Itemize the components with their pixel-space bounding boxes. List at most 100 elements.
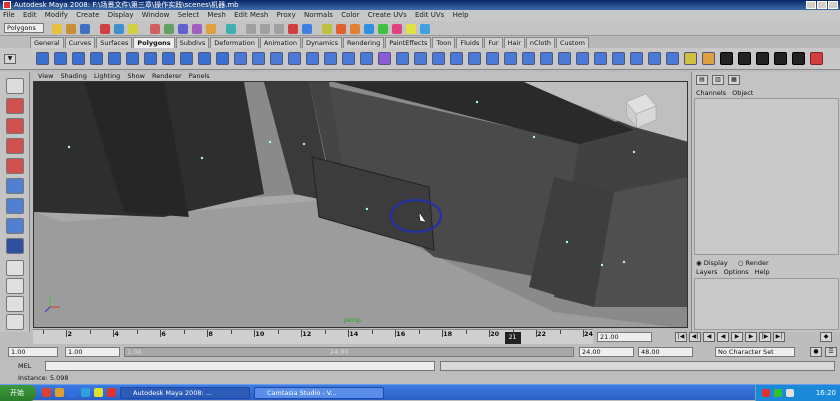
- snap-point-icon[interactable]: [274, 24, 284, 34]
- menu-item[interactable]: Edit Mesh: [234, 11, 268, 19]
- shelf-tab[interactable]: General: [30, 37, 64, 48]
- poly-torus-icon[interactable]: [126, 52, 139, 65]
- help-menu[interactable]: Help: [755, 268, 770, 276]
- quick-launch-icon[interactable]: [55, 388, 64, 397]
- current-time-field[interactable]: 21.00: [597, 332, 652, 342]
- snap-curve-icon[interactable]: [260, 24, 270, 34]
- single-pane-layout-icon[interactable]: [6, 260, 24, 276]
- insert-edge-loop-icon[interactable]: [414, 52, 427, 65]
- shelf-tab[interactable]: Fur: [484, 37, 503, 48]
- cylindrical-map-icon[interactable]: [756, 52, 769, 65]
- menu-item[interactable]: Create: [76, 11, 99, 19]
- cleanup-icon[interactable]: [666, 52, 679, 65]
- close-button[interactable]: [828, 1, 838, 9]
- minimize-button[interactable]: [806, 1, 816, 9]
- play-backwards-button[interactable]: ◀: [717, 332, 729, 342]
- shelf-menu-icon[interactable]: ▼: [4, 54, 16, 64]
- paint-select-tool-icon[interactable]: [6, 118, 24, 134]
- poly-pyramid-icon[interactable]: [162, 52, 175, 65]
- shelf-tab[interactable]: Surfaces: [96, 37, 133, 48]
- channels-menu[interactable]: Channels: [696, 89, 726, 97]
- extract-icon[interactable]: [594, 52, 607, 65]
- shelf-tab[interactable]: Curves: [64, 37, 96, 48]
- viewport-menu-item[interactable]: View: [38, 72, 53, 80]
- layers-menu[interactable]: Layers: [696, 268, 718, 276]
- bevel-icon[interactable]: [450, 52, 463, 65]
- command-language-label[interactable]: MEL: [18, 362, 31, 370]
- menu-set-dropdown[interactable]: Polygons: [4, 23, 44, 33]
- split-polygon-icon[interactable]: [396, 52, 409, 65]
- delete-edge-icon[interactable]: [504, 52, 517, 65]
- render-frame-icon[interactable]: [336, 24, 346, 34]
- poly-cube-icon[interactable]: [54, 52, 67, 65]
- make-live-icon[interactable]: [302, 24, 312, 34]
- start-button[interactable]: 开始: [0, 385, 36, 401]
- tray-icon[interactable]: [762, 389, 770, 397]
- edge-mask-icon[interactable]: [164, 24, 174, 34]
- poly-pipe-icon[interactable]: [180, 52, 193, 65]
- playback-end-field[interactable]: 24.00: [579, 347, 634, 357]
- wedge-icon[interactable]: [558, 52, 571, 65]
- shelf-tab[interactable]: Dynamics: [301, 37, 343, 48]
- channel-box-toggle-icon[interactable]: [420, 24, 430, 34]
- poly-cone-icon[interactable]: [90, 52, 103, 65]
- render-settings-icon[interactable]: [364, 24, 374, 34]
- perspective-viewport[interactable]: persp: [33, 81, 688, 328]
- poke-icon[interactable]: [540, 52, 553, 65]
- animation-end-field[interactable]: 48.00: [638, 347, 693, 357]
- menu-item[interactable]: Color: [341, 11, 359, 19]
- channel-box-toggle-button[interactable]: ▤: [696, 75, 708, 85]
- timeline-options-icon[interactable]: ◆: [820, 332, 832, 342]
- taskbar-item-maya[interactable]: Autodesk Maya 2008: ...: [120, 387, 250, 399]
- spherical-map-icon[interactable]: [774, 52, 787, 65]
- fill-hole-icon[interactable]: [648, 52, 661, 65]
- two-pane-layout-icon[interactable]: [6, 296, 24, 312]
- display-radio-label[interactable]: Display: [704, 259, 728, 267]
- quick-launch-icon[interactable]: [68, 388, 77, 397]
- quick-launch-icon[interactable]: [81, 388, 90, 397]
- pivot-mask-icon[interactable]: [206, 24, 216, 34]
- viewport-menu-item[interactable]: Lighting: [94, 72, 120, 80]
- reduce-icon[interactable]: [306, 52, 319, 65]
- attribute-editor-toggle-button[interactable]: ▥: [712, 75, 724, 85]
- vertex-mask-icon[interactable]: [150, 24, 160, 34]
- select-tool-icon[interactable]: [6, 78, 24, 94]
- collapse-icon[interactable]: [486, 52, 499, 65]
- shelf-tab[interactable]: Deformation: [210, 37, 259, 48]
- booleans-icon[interactable]: [324, 52, 337, 65]
- shelf-tab[interactable]: Toon: [432, 37, 456, 48]
- four-pane-layout-icon[interactable]: [6, 278, 24, 294]
- layer-list[interactable]: [694, 278, 839, 330]
- viewport-menu-item[interactable]: Panels: [189, 72, 210, 80]
- menu-item[interactable]: Help: [453, 11, 469, 19]
- viewport-menu-item[interactable]: Shading: [61, 72, 87, 80]
- shelf-tab[interactable]: Hair: [503, 37, 525, 48]
- bridge-icon[interactable]: [360, 52, 373, 65]
- menu-item[interactable]: Display: [108, 11, 134, 19]
- face-mask-icon[interactable]: [178, 24, 188, 34]
- chamfer-icon[interactable]: [522, 52, 535, 65]
- quadrangulate-icon[interactable]: [630, 52, 643, 65]
- menu-item[interactable]: Normals: [304, 11, 333, 19]
- new-scene-icon[interactable]: [52, 24, 62, 34]
- auto-key-icon[interactable]: ●: [810, 347, 822, 357]
- tray-icon[interactable]: [774, 389, 782, 397]
- move-tool-icon[interactable]: [6, 138, 24, 154]
- render-radio-icon[interactable]: ○: [738, 259, 744, 267]
- menu-item[interactable]: Proxy: [277, 11, 296, 19]
- extrude-icon[interactable]: [342, 52, 355, 65]
- shelf-tab[interactable]: nCloth: [525, 37, 555, 48]
- display-radio-icon[interactable]: ◉: [696, 259, 702, 267]
- channel-box-area[interactable]: [694, 98, 839, 255]
- render-radio-label[interactable]: Render: [746, 259, 769, 267]
- quick-launch-icon[interactable]: [94, 388, 103, 397]
- go-to-start-button[interactable]: |◀: [675, 332, 687, 342]
- shelf-tab[interactable]: Rendering: [343, 37, 385, 48]
- step-forward-key-button[interactable]: |▶: [759, 332, 771, 342]
- playback-start-field[interactable]: 1.00: [65, 347, 120, 357]
- hypershade-icon[interactable]: [378, 24, 388, 34]
- ipr-render-icon[interactable]: [350, 24, 360, 34]
- active-tool-icon[interactable]: [6, 238, 24, 254]
- animation-start-field[interactable]: 1.00: [8, 347, 58, 357]
- select-hierarchy-icon[interactable]: [100, 24, 110, 34]
